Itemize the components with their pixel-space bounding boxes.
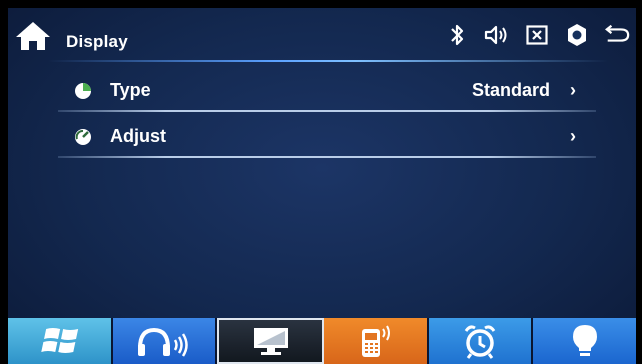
status-icons — [444, 22, 630, 48]
row-divider — [58, 156, 596, 158]
chevron-right-icon: › — [570, 126, 576, 146]
menu-row-label: Adjust — [110, 126, 166, 146]
close-box-icon[interactable] — [524, 22, 550, 48]
lightbulb-icon — [572, 325, 597, 356]
dock-windows-button[interactable] — [8, 318, 113, 364]
home-icon — [16, 22, 50, 50]
page-title: Display — [66, 32, 128, 51]
alarm-clock-icon — [464, 325, 496, 359]
headphones-icon — [138, 327, 188, 357]
dock-display-button[interactable] — [217, 318, 325, 364]
windows-icon — [41, 328, 79, 353]
dock-phone-button[interactable] — [324, 318, 429, 364]
menu-row-value: Standard — [471, 80, 550, 100]
row-divider — [58, 110, 596, 112]
menu-row-type[interactable]: Type Standard › — [58, 68, 596, 112]
bluetooth-icon[interactable] — [444, 22, 470, 48]
home-button[interactable] — [14, 20, 52, 52]
menu-row-adjust[interactable]: Adjust › — [58, 114, 596, 158]
phone-icon — [362, 325, 391, 357]
dock-alarm-button[interactable] — [428, 318, 534, 364]
volume-icon[interactable] — [484, 22, 510, 48]
pie-chart-icon — [75, 83, 91, 99]
dial-icon — [75, 129, 91, 145]
bottom-dock — [8, 318, 636, 364]
top-bar: Display — [8, 8, 636, 60]
back-icon[interactable] — [604, 22, 630, 48]
chevron-right-icon: › — [570, 80, 576, 100]
dock-music-button[interactable] — [112, 318, 218, 364]
header-divider — [48, 60, 608, 62]
menu-row-label: Type — [110, 80, 151, 100]
display-icon — [253, 328, 288, 355]
screen: Display Type Standard › Adjust › — [8, 8, 636, 364]
dock-light-button[interactable] — [533, 318, 636, 364]
settings-icon[interactable] — [564, 22, 590, 48]
